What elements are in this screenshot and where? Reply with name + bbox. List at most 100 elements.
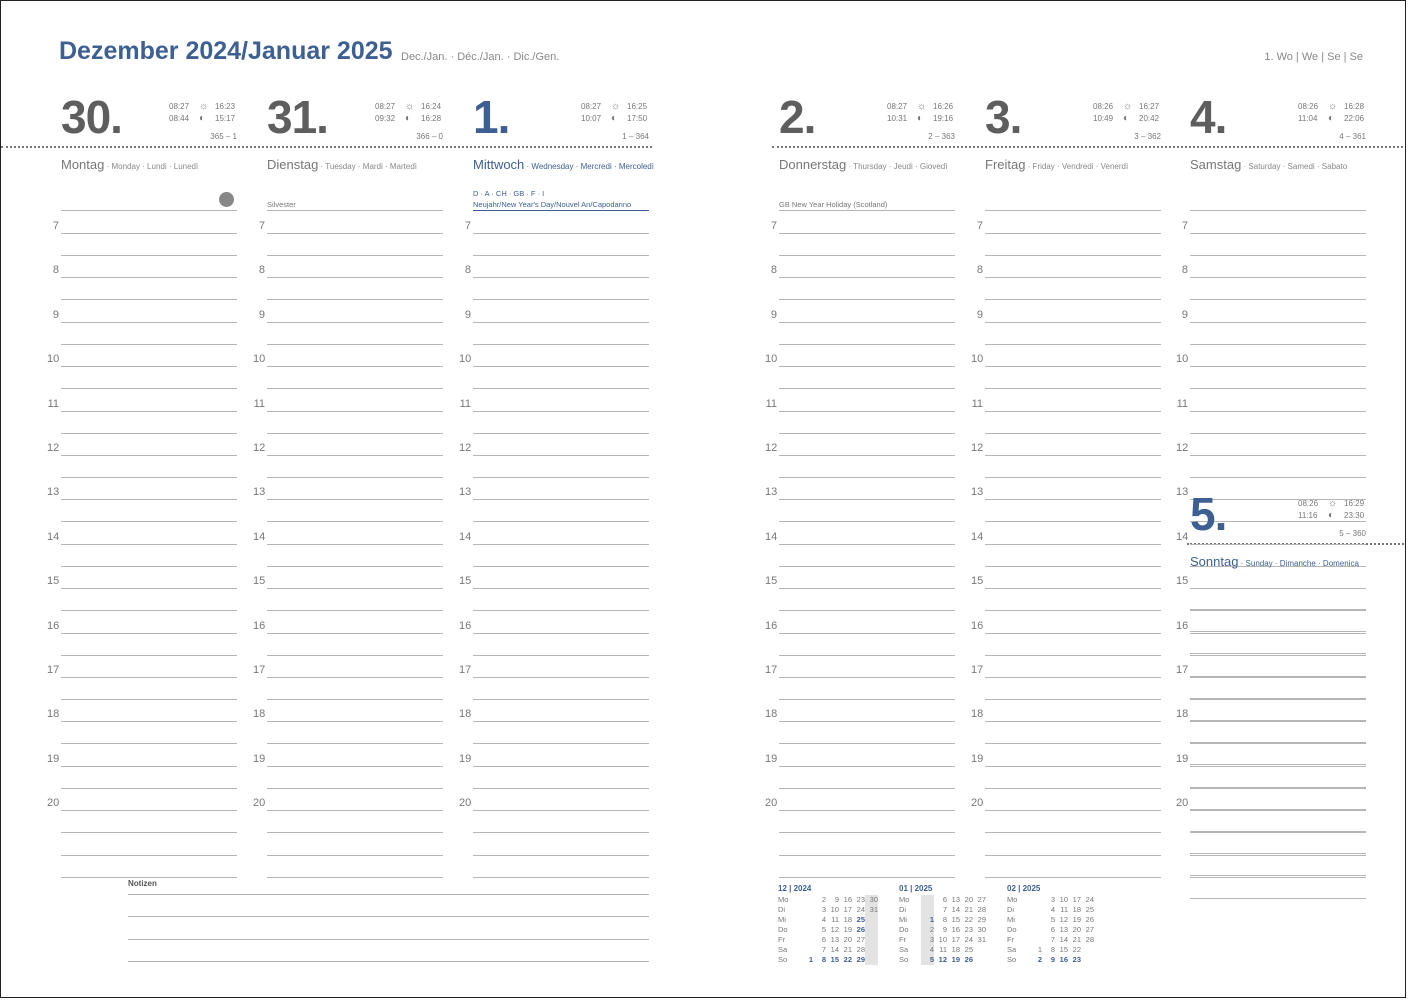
writing-line[interactable] xyxy=(1190,631,1366,633)
writing-line[interactable] xyxy=(473,854,649,856)
hour-line[interactable] xyxy=(779,765,955,767)
hour-line[interactable] xyxy=(985,499,1161,501)
hour-line[interactable] xyxy=(1190,455,1366,456)
hour-line[interactable] xyxy=(985,721,1161,723)
hour-line[interactable] xyxy=(1190,410,1366,412)
hour-line[interactable] xyxy=(61,366,237,368)
half-hour-line[interactable] xyxy=(1190,787,1366,789)
holiday-line[interactable] xyxy=(473,210,649,211)
half-hour-line[interactable] xyxy=(473,699,649,700)
notes-line[interactable] xyxy=(128,939,649,940)
writing-line[interactable] xyxy=(1190,853,1366,855)
half-hour-line[interactable] xyxy=(1190,432,1366,434)
writing-line[interactable] xyxy=(1190,808,1366,810)
hour-line[interactable] xyxy=(267,632,443,634)
half-hour-line[interactable] xyxy=(779,787,955,789)
hour-line[interactable] xyxy=(473,588,649,590)
half-hour-line[interactable] xyxy=(267,610,443,612)
half-hour-line[interactable] xyxy=(61,343,237,345)
half-hour-line[interactable] xyxy=(61,565,237,567)
hour-line[interactable] xyxy=(985,543,1161,545)
hour-line[interactable] xyxy=(473,810,649,812)
hour-line[interactable] xyxy=(61,810,237,812)
half-hour-line[interactable] xyxy=(1190,743,1366,745)
notes-line[interactable] xyxy=(128,916,649,917)
hour-line[interactable] xyxy=(779,543,955,545)
hour-line[interactable] xyxy=(267,588,443,590)
half-hour-line[interactable] xyxy=(985,565,1161,567)
half-hour-line[interactable] xyxy=(473,477,649,478)
hour-line[interactable] xyxy=(473,410,649,412)
half-hour-line[interactable] xyxy=(985,432,1161,434)
half-hour-line[interactable] xyxy=(267,388,443,390)
hour-line[interactable] xyxy=(779,410,955,412)
half-hour-line[interactable] xyxy=(267,521,443,523)
half-hour-line[interactable] xyxy=(473,565,649,567)
hour-line[interactable] xyxy=(473,455,649,456)
notes-line[interactable] xyxy=(128,961,649,962)
hour-line[interactable] xyxy=(1190,810,1366,812)
half-hour-line[interactable] xyxy=(779,654,955,656)
half-hour-line[interactable] xyxy=(267,255,443,256)
half-hour-line[interactable] xyxy=(473,432,649,434)
writing-line[interactable] xyxy=(1190,609,1366,610)
half-hour-line[interactable] xyxy=(779,432,955,434)
hour-line[interactable] xyxy=(1190,588,1366,590)
half-hour-line[interactable] xyxy=(61,654,237,656)
half-hour-line[interactable] xyxy=(473,743,649,745)
hour-line[interactable] xyxy=(985,455,1161,456)
hour-line[interactable] xyxy=(61,543,237,545)
half-hour-line[interactable] xyxy=(985,654,1161,656)
half-hour-line[interactable] xyxy=(267,477,443,478)
half-hour-line[interactable] xyxy=(779,610,955,612)
hour-line[interactable] xyxy=(779,632,955,634)
half-hour-line[interactable] xyxy=(61,699,237,700)
half-hour-line[interactable] xyxy=(1190,832,1366,834)
holiday-line[interactable] xyxy=(1190,210,1366,211)
hour-line[interactable] xyxy=(473,233,649,234)
hour-line[interactable] xyxy=(61,410,237,412)
hour-line[interactable] xyxy=(1190,765,1366,767)
half-hour-line[interactable] xyxy=(1190,610,1366,612)
half-hour-line[interactable] xyxy=(779,388,955,390)
half-hour-line[interactable] xyxy=(61,610,237,612)
hour-line[interactable] xyxy=(1190,721,1366,723)
half-hour-line[interactable] xyxy=(61,299,237,301)
hour-line[interactable] xyxy=(779,721,955,723)
hour-line[interactable] xyxy=(267,765,443,767)
notes-line[interactable] xyxy=(128,894,649,895)
hour-line[interactable] xyxy=(985,410,1161,412)
hour-line[interactable] xyxy=(267,455,443,456)
holiday-line[interactable] xyxy=(267,210,443,211)
hour-line[interactable] xyxy=(267,410,443,412)
hour-line[interactable] xyxy=(985,765,1161,767)
hour-line[interactable] xyxy=(779,499,955,501)
half-hour-line[interactable] xyxy=(1190,699,1366,700)
half-hour-line[interactable] xyxy=(267,654,443,656)
hour-line[interactable] xyxy=(985,677,1161,678)
half-hour-line[interactable] xyxy=(985,255,1161,256)
half-hour-line[interactable] xyxy=(267,299,443,301)
half-hour-line[interactable] xyxy=(473,832,649,834)
half-hour-line[interactable] xyxy=(985,787,1161,789)
hour-line[interactable] xyxy=(473,765,649,767)
hour-line[interactable] xyxy=(1190,233,1366,234)
half-hour-line[interactable] xyxy=(473,787,649,789)
half-hour-line[interactable] xyxy=(1190,477,1366,478)
writing-line[interactable] xyxy=(1190,675,1366,677)
hour-line[interactable] xyxy=(61,588,237,590)
half-hour-line[interactable] xyxy=(1190,255,1366,256)
half-hour-line[interactable] xyxy=(779,743,955,745)
half-hour-line[interactable] xyxy=(779,521,955,523)
half-hour-line[interactable] xyxy=(267,743,443,745)
half-hour-line[interactable] xyxy=(267,832,443,834)
half-hour-line[interactable] xyxy=(985,610,1161,612)
hour-line[interactable] xyxy=(1190,677,1366,678)
holiday-line[interactable] xyxy=(985,210,1161,211)
half-hour-line[interactable] xyxy=(473,610,649,612)
half-hour-line[interactable] xyxy=(61,787,237,789)
half-hour-line[interactable] xyxy=(267,432,443,434)
half-hour-line[interactable] xyxy=(779,477,955,478)
hour-line[interactable] xyxy=(473,366,649,368)
writing-line[interactable] xyxy=(1190,897,1366,899)
